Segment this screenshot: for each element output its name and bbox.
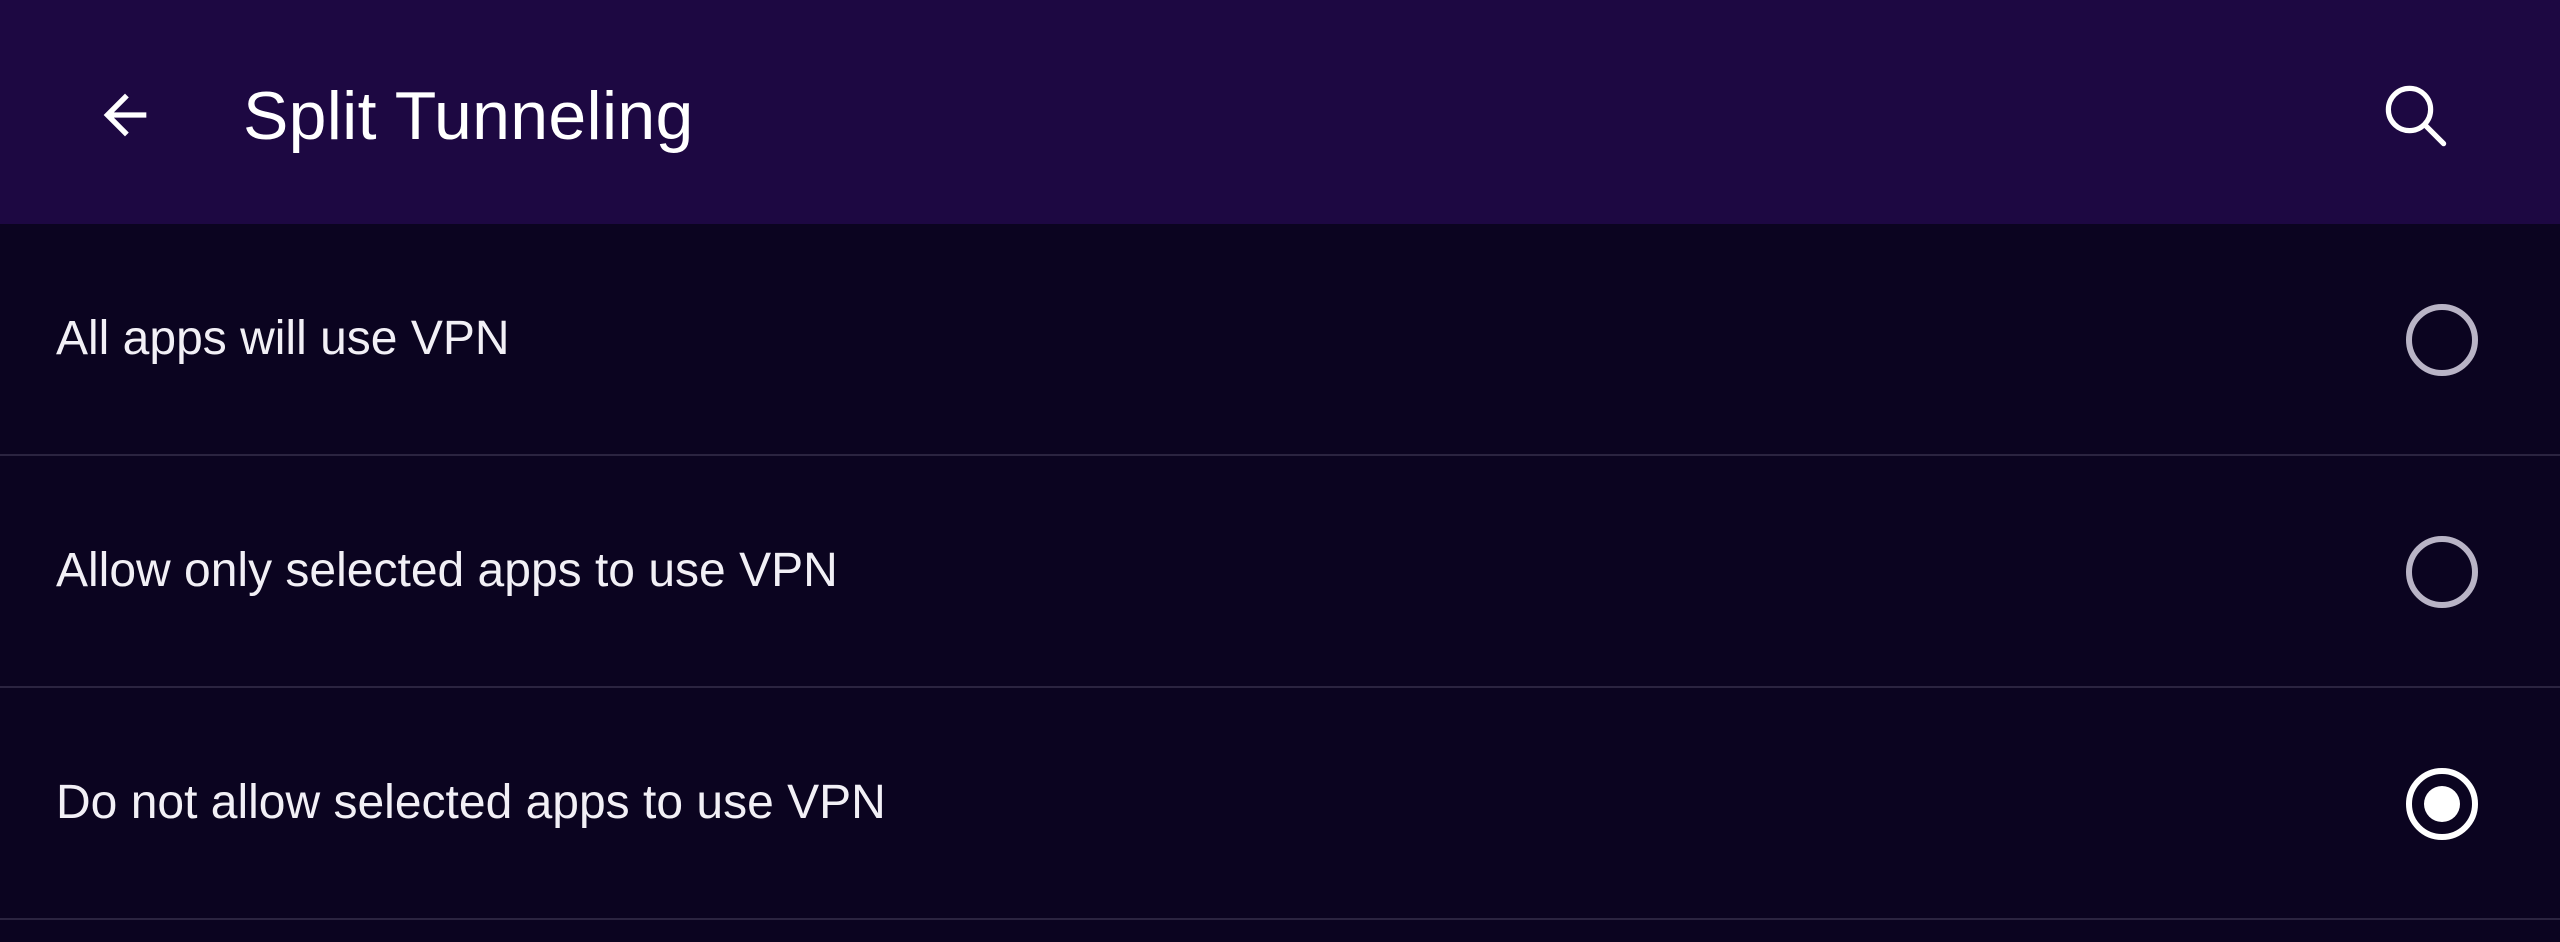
app-bar: Split Tunneling: [0, 0, 2560, 224]
option-label: All apps will use VPN: [56, 312, 510, 365]
search-icon: [2385, 85, 2447, 147]
option-allow-selected[interactable]: Allow only selected apps to use VPN: [0, 456, 2560, 688]
radio-button[interactable]: [2406, 536, 2478, 608]
option-label: Allow only selected apps to use VPN: [56, 544, 838, 597]
radio-button[interactable]: [2406, 304, 2478, 376]
arrow-left-icon: [103, 93, 147, 137]
option-all-apps[interactable]: All apps will use VPN: [0, 224, 2560, 456]
option-disallow-selected[interactable]: Do not allow selected apps to use VPN: [0, 688, 2560, 920]
back-button[interactable]: [80, 70, 170, 160]
split-tunneling-options: All apps will use VPN Allow only selecte…: [0, 224, 2560, 920]
option-label: Do not allow selected apps to use VPN: [56, 776, 886, 829]
page-title: Split Tunneling: [243, 78, 694, 154]
radio-button[interactable]: [2406, 768, 2478, 840]
search-button[interactable]: [2366, 66, 2466, 166]
radio-selected-dot: [2424, 786, 2460, 822]
